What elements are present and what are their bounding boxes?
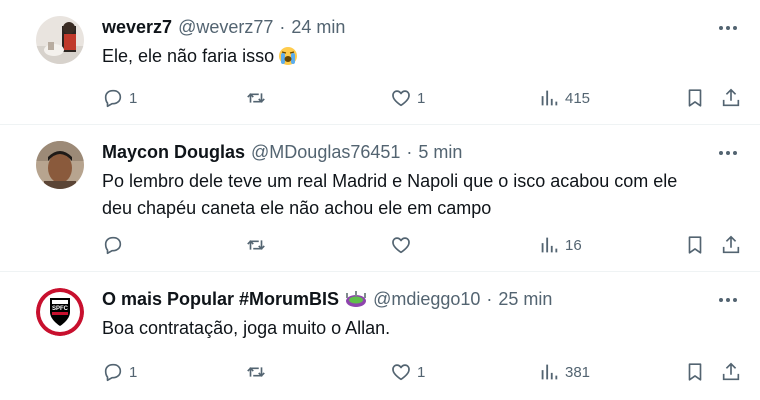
share-icon <box>722 362 740 381</box>
action-bar: 1 1 381 <box>102 360 746 384</box>
author-handle[interactable]: @mdieggo10 <box>373 288 480 310</box>
avatar[interactable]: SPFC <box>36 288 84 336</box>
reply-icon <box>104 236 122 255</box>
analytics-icon <box>541 364 558 380</box>
tweet-text-content: Ele, ele não faria isso <box>102 46 275 66</box>
share-button[interactable] <box>720 233 742 257</box>
more-options-icon[interactable] <box>716 143 740 163</box>
loudly-crying-face-icon <box>278 46 298 66</box>
views-button[interactable]: 415 <box>538 86 590 110</box>
timestamp[interactable]: 5 min <box>418 141 462 163</box>
stadium-icon <box>345 290 367 308</box>
bookmark-icon <box>688 89 702 107</box>
retweet-icon <box>247 240 265 250</box>
avatar[interactable] <box>36 16 84 64</box>
tweet-text-content: Boa contratação, joga muito o Allan. <box>102 318 391 338</box>
separator-dot: · <box>279 17 286 37</box>
analytics-icon <box>541 237 558 253</box>
heart-icon <box>392 237 410 254</box>
views-button[interactable]: 381 <box>538 360 590 384</box>
reply-icon <box>104 89 122 108</box>
like-count: 1 <box>417 89 426 107</box>
analytics-icon <box>541 90 558 106</box>
svg-text:SPFC: SPFC <box>52 306 69 312</box>
action-bar: 1 1 415 <box>102 86 746 110</box>
tweet-text: Boa contratação, joga muito o Allan. <box>102 315 730 342</box>
tweet-text-line: deu chapéu caneta ele não achou ele em c… <box>102 198 492 218</box>
like-count: 1 <box>417 363 426 381</box>
view-count: 381 <box>565 363 591 381</box>
tweet[interactable]: weverz7 @weverz77 · 24 min Ele, ele não … <box>0 0 760 125</box>
bookmark-icon <box>688 363 702 381</box>
author-name[interactable]: O mais Popular #MorumBIS <box>102 288 339 310</box>
retweet-button[interactable] <box>245 233 272 257</box>
retweet-button[interactable] <box>245 360 272 384</box>
bookmark-button[interactable] <box>684 360 706 384</box>
separator-dot: · <box>406 142 413 162</box>
reply-icon <box>104 363 122 382</box>
views-button[interactable]: 16 <box>538 233 582 257</box>
view-count: 16 <box>565 236 582 254</box>
tweet-text-line: Po lembro dele teve um real Madrid e Nap… <box>102 171 678 191</box>
share-icon <box>722 88 740 107</box>
heart-icon <box>392 90 410 107</box>
author-handle[interactable]: @weverz77 <box>178 16 273 38</box>
retweet-icon <box>247 367 265 377</box>
tweet[interactable]: Maycon Douglas @MDouglas76451 · 5 min Po… <box>0 125 760 272</box>
reply-count: 1 <box>129 363 138 381</box>
avatar[interactable] <box>36 141 84 189</box>
like-button[interactable]: 1 <box>390 86 425 110</box>
reply-button[interactable] <box>102 233 129 257</box>
reply-button[interactable]: 1 <box>102 360 137 384</box>
heart-icon <box>392 364 410 381</box>
author-name[interactable]: Maycon Douglas <box>102 141 245 163</box>
reply-count: 1 <box>129 89 138 107</box>
like-button[interactable]: 1 <box>390 360 425 384</box>
bookmark-button[interactable] <box>684 233 706 257</box>
tweet[interactable]: SPFC O mais Popular #MorumBIS @mdieggo10… <box>0 272 760 400</box>
more-options-icon[interactable] <box>716 290 740 310</box>
separator-dot: · <box>486 289 493 309</box>
more-options-icon[interactable] <box>716 18 740 38</box>
retweet-icon <box>247 93 265 103</box>
action-bar: 16 <box>102 233 746 257</box>
timestamp[interactable]: 24 min <box>291 16 345 38</box>
share-button[interactable] <box>720 86 742 110</box>
retweet-button[interactable] <box>245 86 272 110</box>
share-icon <box>722 235 740 254</box>
bookmark-icon <box>688 236 702 254</box>
bookmark-button[interactable] <box>684 86 706 110</box>
view-count: 415 <box>565 89 591 107</box>
timestamp[interactable]: 25 min <box>498 288 552 310</box>
reply-button[interactable]: 1 <box>102 86 137 110</box>
reply-feed: weverz7 @weverz77 · 24 min Ele, ele não … <box>0 0 760 400</box>
tweet-text: Ele, ele não faria isso <box>102 43 730 70</box>
author-handle[interactable]: @MDouglas76451 <box>251 141 400 163</box>
author-name[interactable]: weverz7 <box>102 16 172 38</box>
tweet-text: Po lembro dele teve um real Madrid e Nap… <box>102 168 730 222</box>
share-button[interactable] <box>720 360 742 384</box>
like-button[interactable] <box>390 233 417 257</box>
